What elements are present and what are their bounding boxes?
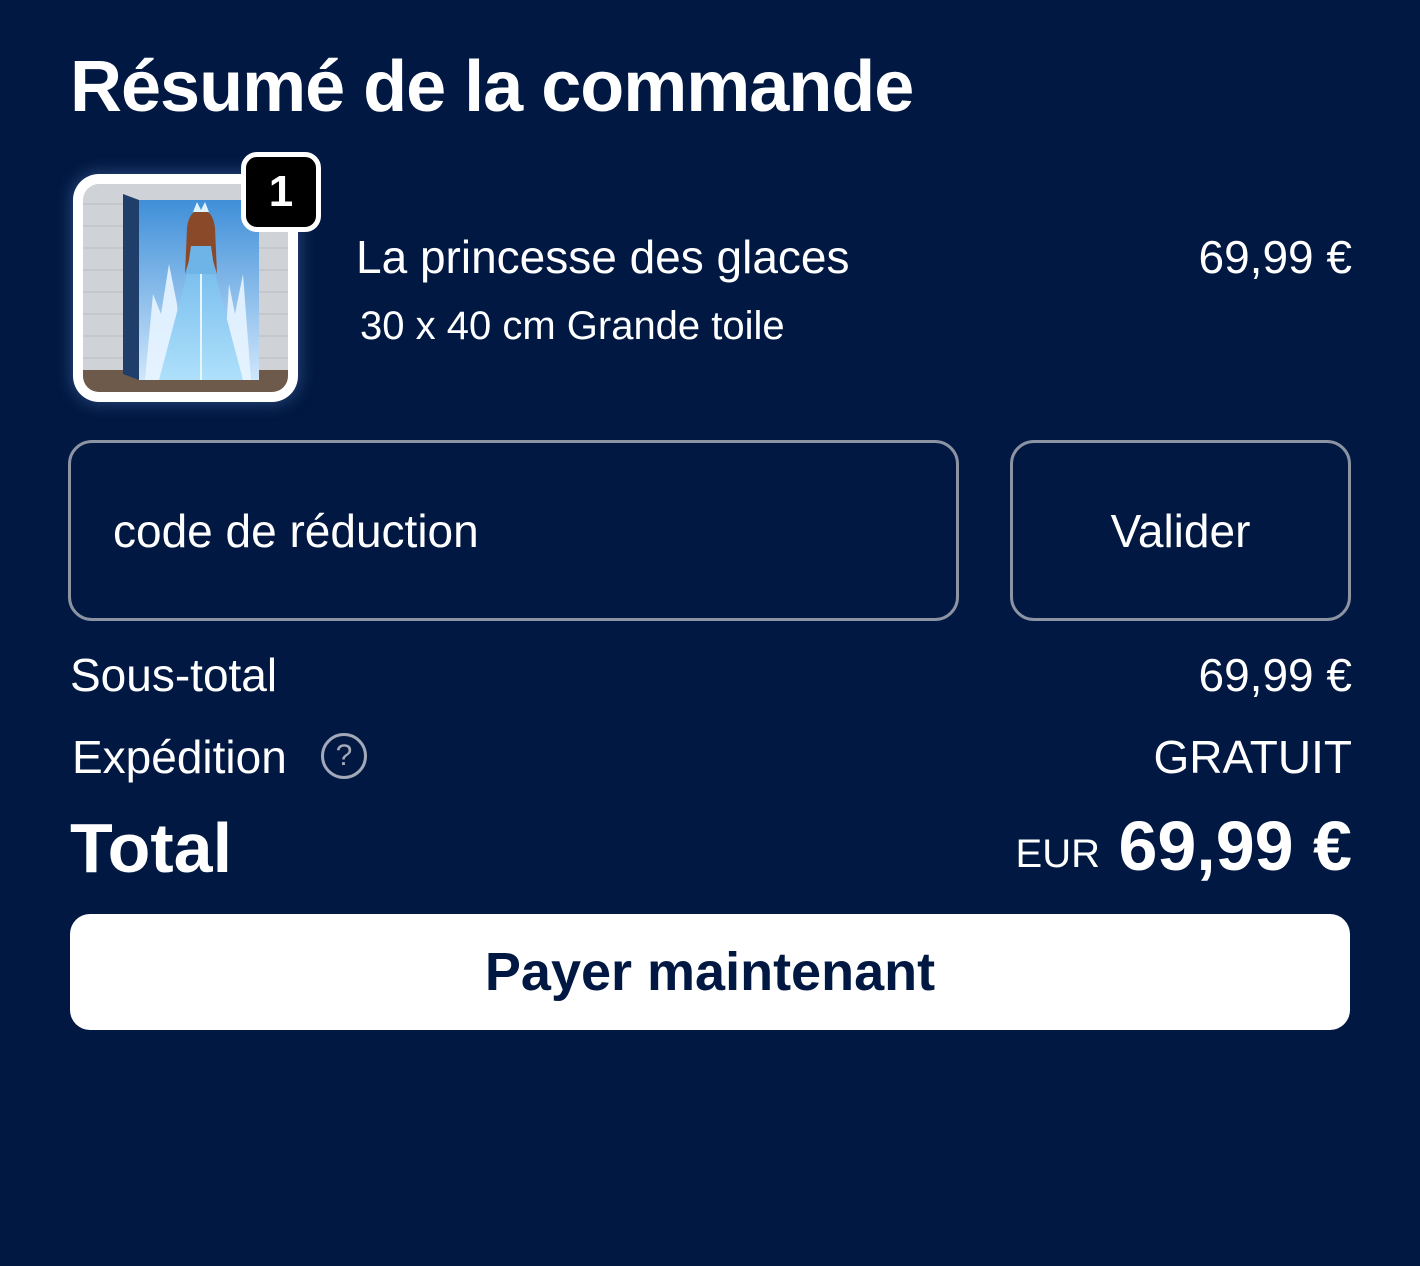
question-circle-icon[interactable]: ? <box>321 733 367 779</box>
subtotal-label: Sous-total <box>70 649 278 701</box>
product-variant: 30 x 40 cm Grande toile <box>360 304 785 348</box>
shipping-label: Expédition <box>72 731 287 783</box>
quantity-badge: 1 <box>241 152 321 232</box>
discount-code-input[interactable] <box>113 503 956 558</box>
page-title: Résumé de la commande <box>70 47 914 127</box>
product-price: 69,99 € <box>1198 231 1352 283</box>
total-label: Total <box>70 809 233 887</box>
discount-code-field[interactable] <box>68 440 959 621</box>
total-currency: EUR <box>1015 832 1100 876</box>
total-value: 69,99 € <box>1118 807 1352 885</box>
shipping-value: GRATUIT <box>1153 731 1352 783</box>
product-name: La princesse des glaces <box>356 231 850 283</box>
subtotal-value: 69,99 € <box>1198 649 1352 701</box>
apply-discount-button[interactable]: Valider <box>1010 440 1351 621</box>
pay-now-button[interactable]: Payer maintenant <box>70 914 1350 1030</box>
